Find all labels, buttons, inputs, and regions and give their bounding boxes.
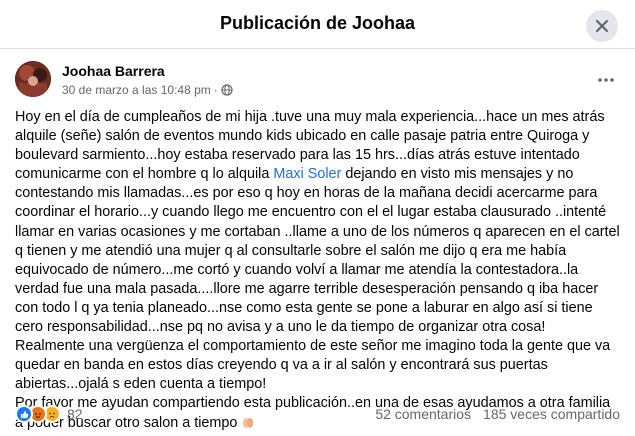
post-meta: 30 de marzo a las 10:48 pm · [62, 83, 233, 97]
globe-icon [221, 84, 233, 96]
like-icon [15, 405, 33, 423]
comments-count[interactable]: 52 comentarios [375, 406, 471, 422]
more-horizontal-icon [598, 78, 614, 82]
post-header: Joohaa Barrera 30 de marzo a las 10:48 p… [15, 60, 620, 100]
author-name[interactable]: Joohaa Barrera [62, 63, 165, 79]
avatar[interactable] [15, 61, 51, 97]
post-body: Hoy en el día de cumpleaños de mi hija .… [15, 108, 620, 433]
post-footer: 82 52 comentarios 185 veces compartido [15, 403, 620, 425]
dialog-title: Publicación de Joohaa [219, 13, 416, 33]
reaction-count[interactable]: 82 [67, 406, 83, 422]
more-options-button[interactable] [592, 66, 620, 94]
close-button[interactable] [586, 10, 618, 42]
dialog-header: Publicación de Joohaa [0, 0, 635, 49]
close-icon [595, 19, 609, 33]
post-paragraph-1: Hoy en el día de cumpleaños de mi hija .… [15, 108, 620, 337]
post-date[interactable]: 30 de marzo a las 10:48 pm [62, 83, 211, 97]
post-text: dejando en visto mis mensajes y no conte… [15, 166, 620, 336]
post-stats: 52 comentarios 185 veces compartido [363, 406, 620, 422]
meta-separator: · [213, 83, 218, 97]
reactions-summary[interactable]: 82 [15, 405, 83, 423]
post-paragraph-2: Realmente una vergüenza el comportamient… [15, 338, 611, 393]
mention-link[interactable]: Maxi Soler [273, 166, 341, 182]
shares-count[interactable]: 185 veces compartido [483, 406, 620, 422]
